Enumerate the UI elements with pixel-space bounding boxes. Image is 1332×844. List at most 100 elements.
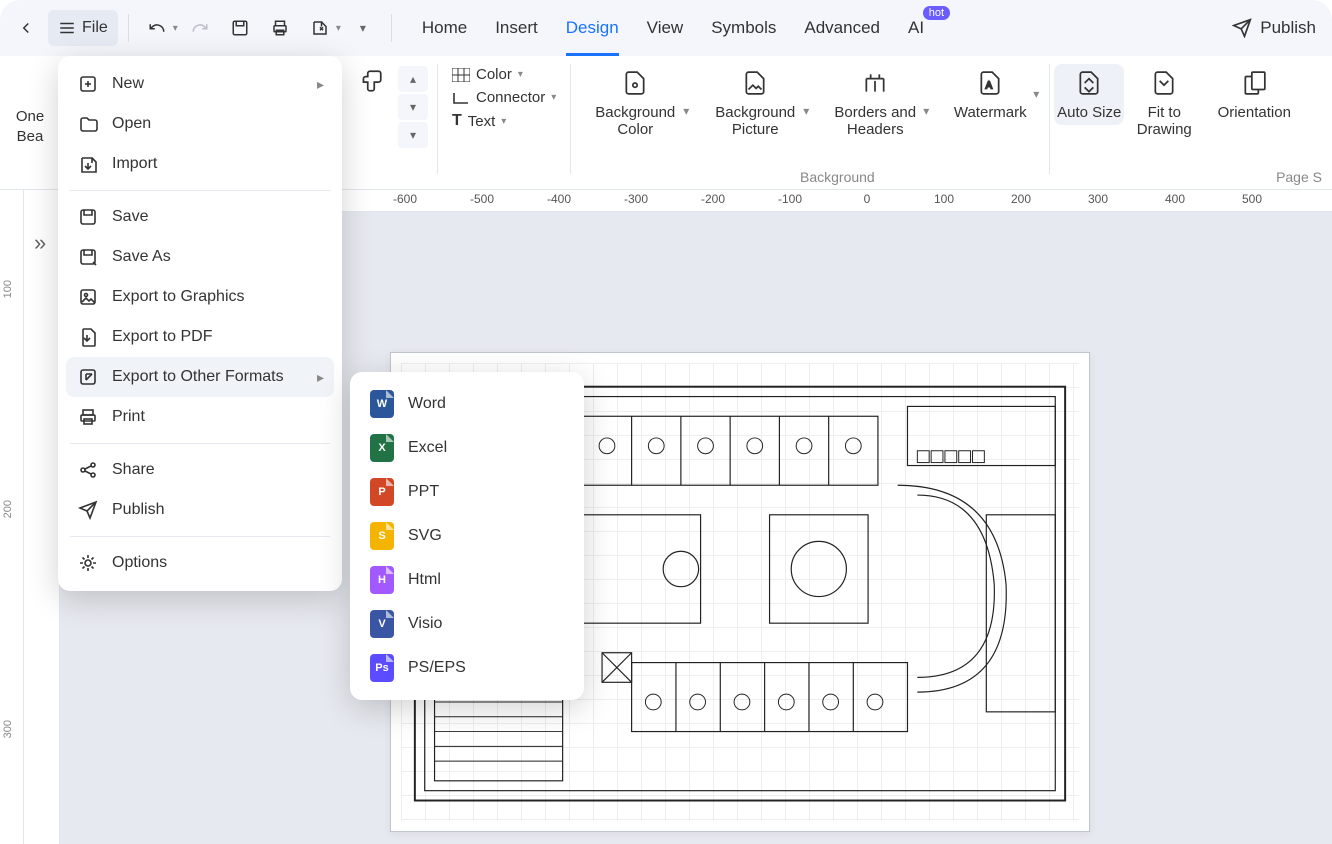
tab-ai[interactable]: AI hot xyxy=(908,0,924,56)
autosize-label: Auto Size xyxy=(1057,104,1121,121)
undo-caret[interactable]: ▾ xyxy=(173,23,178,34)
connector-dropdown[interactable]: Connector▾ xyxy=(452,89,556,106)
tab-view[interactable]: View xyxy=(647,0,684,56)
menu-save-as[interactable]: Save As xyxy=(66,237,334,277)
fit-label: Fit to Drawing xyxy=(1124,104,1204,138)
section-page-label: Page S xyxy=(1276,169,1322,185)
stepper-mid[interactable]: ▾ xyxy=(398,94,428,120)
stub-line1: One xyxy=(16,107,44,127)
file-menu-button[interactable]: File xyxy=(48,10,118,46)
undo-button[interactable] xyxy=(139,10,175,46)
ruler-tick: -600 xyxy=(393,192,417,206)
stepper-down[interactable]: ▾ xyxy=(398,122,428,148)
menu-save[interactable]: Save xyxy=(66,197,334,237)
tab-home[interactable]: Home xyxy=(422,0,467,56)
tab-insert[interactable]: Insert xyxy=(495,0,538,56)
orientation-icon xyxy=(1241,68,1267,98)
text-dropdown[interactable]: T Text▾ xyxy=(452,112,556,130)
borders-headers-button[interactable]: Borders and Headers ▾ xyxy=(815,64,935,142)
stepper-up[interactable]: ▴ xyxy=(398,66,428,92)
ruler-tick: -100 xyxy=(778,192,802,206)
menu-label: Export to PDF xyxy=(112,328,212,346)
hamburger-icon xyxy=(58,19,76,37)
print-button[interactable] xyxy=(262,10,298,46)
visio-icon: V xyxy=(370,610,394,638)
export-ppt[interactable]: P PPT xyxy=(360,470,574,514)
borders-icon xyxy=(862,68,888,98)
redo-button[interactable] xyxy=(182,10,218,46)
menu-label: Open xyxy=(112,115,151,133)
menu-print[interactable]: Print xyxy=(66,397,334,437)
menu-label: Save xyxy=(112,208,148,226)
menu-label: Save As xyxy=(112,248,171,266)
background-picture-button[interactable]: Background Picture ▾ xyxy=(695,64,815,142)
menu-label: New xyxy=(112,75,144,93)
html-icon: H xyxy=(370,566,394,594)
collapse-sidebar-button[interactable]: » xyxy=(34,230,46,256)
back-button[interactable] xyxy=(8,10,44,46)
word-icon: W xyxy=(370,390,394,418)
menu-export-pdf[interactable]: Export to PDF xyxy=(66,317,334,357)
ruler-tick: 0 xyxy=(864,192,871,206)
menu-label: Print xyxy=(112,408,145,426)
sub-label: Visio xyxy=(408,615,442,633)
sub-label: Excel xyxy=(408,439,447,457)
tab-design[interactable]: Design xyxy=(566,0,619,56)
orientation-button[interactable]: Orientation xyxy=(1204,64,1304,125)
publish-button[interactable]: Publish xyxy=(1224,18,1324,38)
format-dropdowns: Color▾ Connector▾ T Text▾ xyxy=(442,64,566,132)
tab-advanced[interactable]: Advanced xyxy=(804,0,880,56)
menu-new[interactable]: New ▸ xyxy=(66,64,334,104)
export-svg[interactable]: S SVG xyxy=(360,514,574,558)
sub-label: PPT xyxy=(408,483,439,501)
ruler-tick: -200 xyxy=(701,192,725,206)
more-button[interactable]: ▾ xyxy=(345,10,381,46)
color-label: Color xyxy=(476,66,512,83)
bg-picture-label: Background Picture xyxy=(695,104,815,138)
menu-share[interactable]: Share xyxy=(66,450,334,490)
ps-icon: Ps xyxy=(370,654,394,682)
menu-label: Options xyxy=(112,554,167,572)
section-background-label: Background xyxy=(800,169,875,185)
tab-symbols[interactable]: Symbols xyxy=(711,0,776,56)
folder-icon xyxy=(78,114,98,134)
new-icon xyxy=(78,74,98,94)
menu-label: Share xyxy=(112,461,155,479)
connector-icon xyxy=(452,91,470,105)
ruler-tick: 300 xyxy=(2,720,14,738)
print-icon xyxy=(78,407,98,427)
background-color-button[interactable]: Background Color ▾ xyxy=(575,64,695,142)
autosize-icon xyxy=(1076,68,1102,98)
menu-export-other[interactable]: Export to Other Formats ▸ xyxy=(66,357,334,397)
separator xyxy=(128,14,129,42)
share-icon xyxy=(78,460,98,480)
menu-export-graphics[interactable]: Export to Graphics xyxy=(66,277,334,317)
watermark-button[interactable]: A Watermark ▾ xyxy=(935,64,1045,125)
publish-label: Publish xyxy=(1260,18,1316,38)
menu-import[interactable]: Import xyxy=(66,144,334,184)
ruler-tick: 500 xyxy=(1242,192,1262,206)
separator xyxy=(570,64,571,174)
sub-label: Word xyxy=(408,395,446,413)
separator xyxy=(391,14,392,42)
connector-label: Connector xyxy=(476,89,545,106)
paint-tool[interactable] xyxy=(349,64,393,98)
export-caret[interactable]: ▾ xyxy=(336,23,341,34)
export-excel[interactable]: X Excel xyxy=(360,426,574,470)
top-toolbar: File ▾ ▾ ▾ Home Insert Design View Symbo… xyxy=(0,0,1332,56)
export-ps[interactable]: Ps PS/EPS xyxy=(360,646,574,690)
export-word[interactable]: W Word xyxy=(360,382,574,426)
export-button[interactable] xyxy=(302,10,338,46)
watermark-icon: A xyxy=(977,68,1003,98)
orientation-label: Orientation xyxy=(1218,104,1291,121)
menu-options[interactable]: Options xyxy=(66,543,334,583)
menu-publish[interactable]: Publish xyxy=(66,490,334,530)
menu-open[interactable]: Open xyxy=(66,104,334,144)
fit-to-drawing-button[interactable]: Fit to Drawing xyxy=(1124,64,1204,142)
export-visio[interactable]: V Visio xyxy=(360,602,574,646)
export-graphics-icon xyxy=(78,287,98,307)
auto-size-button[interactable]: Auto Size xyxy=(1054,64,1124,125)
export-html[interactable]: H Html xyxy=(360,558,574,602)
color-dropdown[interactable]: Color▾ xyxy=(452,66,556,83)
save-button[interactable] xyxy=(222,10,258,46)
